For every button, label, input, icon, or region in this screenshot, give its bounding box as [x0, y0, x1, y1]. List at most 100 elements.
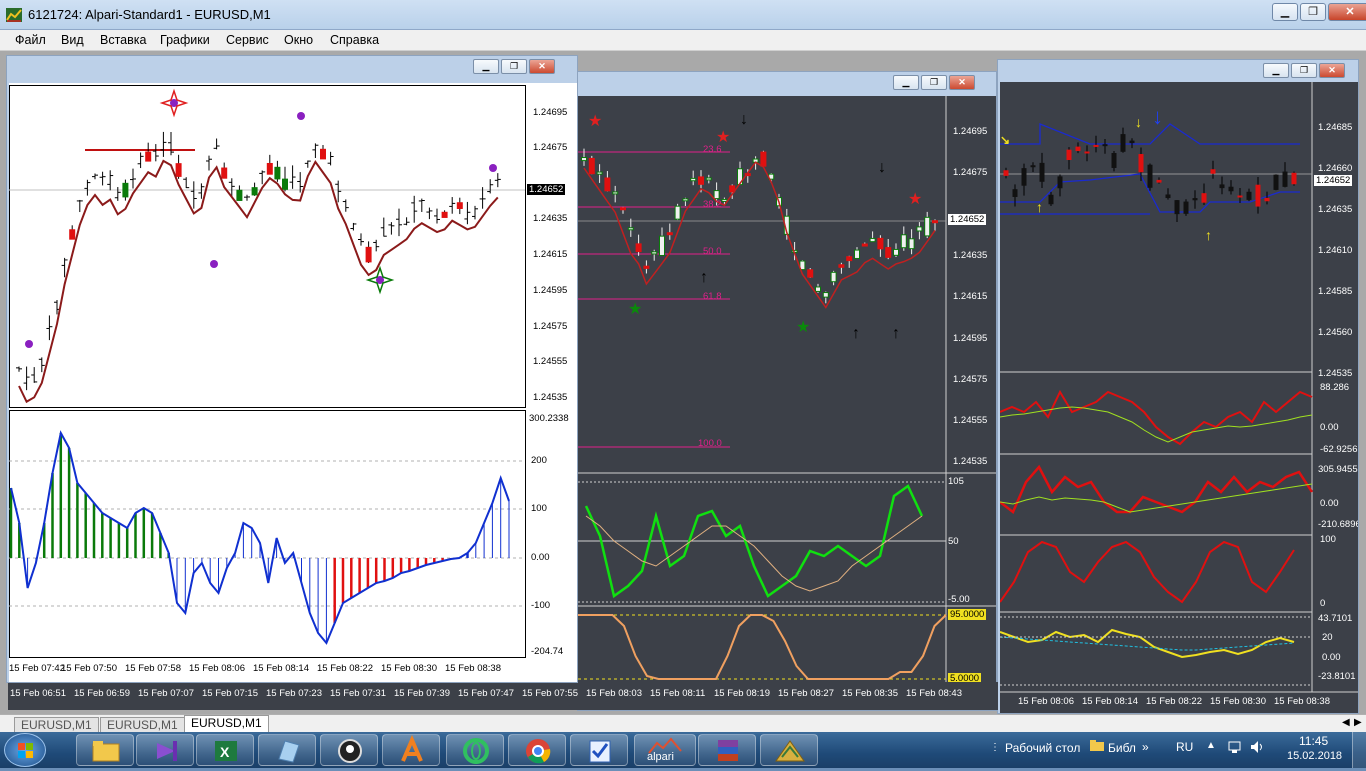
chart1-restore-button[interactable]: ❐: [501, 59, 527, 74]
excel-taskbar-button[interactable]: X: [196, 734, 254, 766]
svg-text:★: ★: [588, 113, 602, 130]
c1-price-tick: 1.24575: [533, 321, 568, 332]
explorer-taskbar-button[interactable]: [76, 734, 134, 766]
app-taskbar-button[interactable]: [320, 734, 378, 766]
chart-window-3[interactable]: ▁ ❐ ✕ ↓ ↑ ↑ ↘ ↓ 1.24685 1.24660 1.24635 …: [997, 59, 1359, 714]
clock-time[interactable]: 11:45: [1299, 734, 1328, 748]
chart2-candle: [877, 237, 884, 250]
alpari-taskbar-button[interactable]: alpari: [634, 734, 696, 766]
chart3-candle: [1192, 198, 1198, 201]
chart3-candle: [1237, 195, 1243, 198]
c2-time-tick: 15 Feb 07:15: [202, 688, 258, 699]
chart3-candle: [1075, 146, 1081, 152]
chart1-svg: [9, 85, 526, 658]
alpari-label: alpari: [647, 751, 674, 763]
chart3-restore-button[interactable]: ❐: [1291, 63, 1317, 78]
chart2-candle: [713, 190, 720, 200]
c3-time-tick: 15 Feb 08:06: [1018, 696, 1074, 707]
folder-icon: [92, 741, 120, 762]
c2-time-tick: 15 Feb 06:59: [74, 688, 130, 699]
chart1-minimize-button[interactable]: ▁: [473, 59, 499, 74]
opera-taskbar-button[interactable]: [446, 734, 504, 766]
menu-window[interactable]: Окно: [284, 33, 313, 47]
c2-price-tick: 1.24675: [953, 167, 988, 178]
winrar-taskbar-button[interactable]: [698, 734, 756, 766]
c3-price-tick: 1.24585: [1318, 286, 1353, 297]
menu-bar: Файл Вид Вставка Графики Сервис Окно Спр…: [0, 30, 1366, 51]
c2-price-tick: 1.24635: [953, 250, 988, 261]
volume-icon[interactable]: [1250, 740, 1266, 757]
chart3-candle: [1291, 172, 1297, 185]
toolbar-expand-icon[interactable]: »: [1142, 740, 1149, 754]
chart3-candle: [1129, 140, 1135, 144]
chart2-candle: [760, 151, 767, 167]
tab-chart-2[interactable]: EURUSD,M1: [100, 717, 185, 733]
chart-window-1-caption: ▁ ❐ ✕: [7, 56, 577, 78]
chart2-close-button[interactable]: ✕: [949, 75, 975, 90]
tray-overflow-icon[interactable]: ▲: [1206, 740, 1216, 751]
language-indicator[interactable]: RU: [1176, 740, 1193, 754]
chart2-candle: [900, 234, 907, 249]
library-folder-icon[interactable]: [1090, 739, 1104, 754]
chart2-candle: [932, 220, 938, 224]
menu-view[interactable]: Вид: [61, 33, 84, 47]
chart1-canvas[interactable]: 1.24695 1.24675 1.24635 1.24615 1.24595 …: [9, 83, 577, 682]
minimize-button[interactable]: ▁: [1272, 3, 1298, 21]
chart1-close-button[interactable]: ✕: [529, 59, 555, 74]
menu-help[interactable]: Справка: [330, 33, 379, 47]
chrome-taskbar-button[interactable]: [508, 734, 566, 766]
c2-time-tick: 15 Feb 07:39: [394, 688, 450, 699]
chart3-candle: [1165, 194, 1171, 199]
terminal-taskbar-button[interactable]: [760, 734, 818, 766]
notebook-icon: [278, 740, 300, 763]
tabs-scroll-left-icon[interactable]: ◀: [1342, 717, 1350, 728]
c3-ind1-tick: -62.9256: [1320, 444, 1358, 455]
visualstudio-taskbar-button[interactable]: [136, 734, 194, 766]
show-desktop-button[interactable]: [1352, 732, 1366, 768]
network-icon[interactable]: [1228, 740, 1244, 757]
maximize-button[interactable]: ❐: [1300, 3, 1326, 21]
c1-price-tick: 1.24595: [533, 285, 568, 296]
aimp-taskbar-button[interactable]: [382, 734, 440, 766]
c2-price-tick: 1.24595: [953, 333, 988, 344]
chart2-candle: [838, 264, 845, 268]
notebook-taskbar-button[interactable]: [258, 734, 316, 766]
menu-tools[interactable]: Сервис: [226, 33, 269, 47]
fib-label: 50.0: [703, 246, 722, 257]
windows-logo-icon: [18, 743, 33, 758]
tab-chart-3[interactable]: EURUSD,M1: [184, 715, 269, 733]
chart3-minimize-button[interactable]: ▁: [1263, 63, 1289, 78]
chart-window-1[interactable]: ▁ ❐ ✕ 1.24695 1.24675 1.24635 1.24615 1.…: [6, 55, 578, 683]
chart2-candle: [830, 271, 837, 283]
chart2-candle: [869, 237, 876, 243]
tray-separator-icon: ⋮: [990, 742, 1000, 753]
c3-ind3-tick: 0: [1320, 598, 1326, 609]
menu-file[interactable]: Файл: [15, 33, 46, 47]
desktop-toolbar-label[interactable]: Рабочий стол: [1005, 741, 1080, 755]
checklist-taskbar-button[interactable]: [570, 734, 628, 766]
fib-label: 61.8: [703, 291, 722, 302]
menu-insert[interactable]: Вставка: [100, 33, 146, 47]
winrar-icon: [718, 740, 738, 761]
tab-chart-1[interactable]: EURUSD,M1: [14, 717, 99, 733]
menu-charts[interactable]: Графики: [160, 33, 210, 47]
chart2-restore-button[interactable]: ❐: [921, 75, 947, 90]
c3-ind4-tick: 20: [1322, 632, 1333, 643]
svg-text:↓: ↓: [740, 111, 748, 128]
svg-text:↓: ↓: [878, 159, 886, 176]
chart2-candle: [916, 226, 923, 232]
c3-ind1-tick: 0.00: [1320, 422, 1339, 433]
chart2-candle: [674, 205, 681, 220]
chart2-candle: [682, 198, 689, 202]
chart2-canvas[interactable]: ★ ★ ★ ★ ★ ↓ ↓ ↑ ↑ ↑ 23.6 38.2 50.0 61.8 …: [578, 96, 996, 710]
library-toolbar-label[interactable]: Библ: [1108, 741, 1136, 755]
chart-window-2[interactable]: ▁ ❐ ✕ ★ ★ ★ ★ ★ ↓ ↓ ↑ ↑ ↑ 23.6 38.2 50.0…: [577, 71, 997, 711]
close-button[interactable]: ✕: [1328, 3, 1366, 21]
chart3-close-button[interactable]: ✕: [1319, 63, 1345, 78]
start-button[interactable]: [4, 733, 46, 767]
tabs-scroll-right-icon[interactable]: ▶: [1354, 717, 1362, 728]
chart3-canvas[interactable]: ↓ ↑ ↑ ↘ ↓ 1.24685 1.24660 1.24635 1.2461…: [1000, 82, 1358, 713]
c3-ind4-tick: 0.00: [1322, 652, 1341, 663]
chart2-minimize-button[interactable]: ▁: [893, 75, 919, 90]
clock-date[interactable]: 15.02.2018: [1287, 750, 1342, 762]
